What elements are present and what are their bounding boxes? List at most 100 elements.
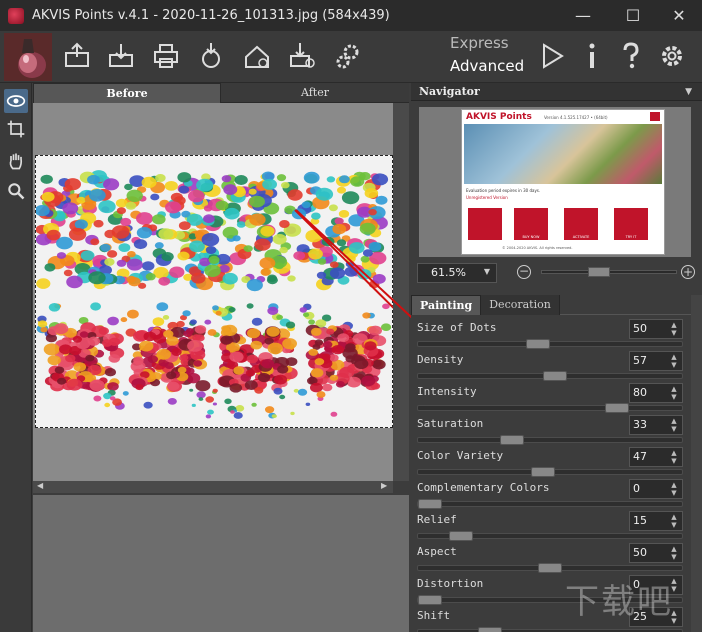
param-slider[interactable] [417, 467, 683, 477]
thumb-painting [464, 124, 662, 184]
param-row: Size of Dots 50 ▲ ▼ [415, 319, 687, 351]
help-icon[interactable] [614, 39, 648, 73]
spinner-icon[interactable]: ▲ ▼ [668, 481, 680, 497]
watermark-text: 下载吧 [565, 582, 673, 622]
tab-painting[interactable]: Painting [411, 295, 482, 315]
zoom-in-icon[interactable]: + [681, 265, 695, 279]
zoom-row: 61.5% ▼ − + [417, 263, 697, 285]
tab-before[interactable]: Before [33, 83, 221, 103]
info-icon[interactable] [575, 39, 609, 73]
express-mode-button[interactable]: Express [450, 34, 509, 52]
param-value-input[interactable]: 57 ▲ ▼ [629, 351, 683, 371]
param-value-input[interactable]: 47 ▲ ▼ [629, 447, 683, 467]
zoom-slider-thumb[interactable] [588, 267, 610, 277]
settings-tabs: Painting Decoration [411, 295, 702, 315]
preview-eye-icon[interactable] [4, 89, 28, 113]
app-icon [8, 7, 24, 24]
hand-icon[interactable] [4, 149, 28, 173]
close-button[interactable]: ✕ [656, 0, 702, 31]
thumb-version: Version 4.1.525.17427 • (64bit) [544, 115, 608, 120]
param-slider-thumb[interactable] [478, 627, 502, 632]
navigator-menu-icon[interactable]: ▼ [685, 83, 692, 101]
export-icon[interactable] [285, 39, 319, 73]
param-slider[interactable] [417, 531, 683, 541]
thumb-activate-label: ACTIVATE [572, 235, 590, 239]
param-value: 57 [633, 354, 647, 367]
view-tabs: Before After [33, 83, 409, 103]
thumb-copyright: © 2004-2020 AKVIS. All rights reserved. [502, 246, 573, 250]
param-slider-thumb[interactable] [449, 531, 473, 541]
param-slider-thumb[interactable] [418, 499, 442, 509]
param-label: Size of Dots [417, 321, 497, 334]
zoom-icon[interactable] [4, 179, 28, 203]
param-row: Aspect 50 ▲ ▼ [415, 543, 687, 575]
param-value-input[interactable]: 15 ▲ ▼ [629, 511, 683, 531]
param-slider-thumb[interactable] [418, 595, 442, 605]
run-icon[interactable] [535, 39, 569, 73]
open-icon[interactable] [60, 39, 94, 73]
param-value-input[interactable]: 50 ▲ ▼ [629, 319, 683, 339]
param-slider[interactable] [417, 371, 683, 381]
spinner-icon[interactable]: ▲ ▼ [668, 385, 680, 401]
share-icon[interactable] [194, 39, 228, 73]
preferences-icon[interactable] [655, 39, 689, 73]
param-value-input[interactable]: 80 ▲ ▼ [629, 383, 683, 403]
param-slider-thumb[interactable] [500, 435, 524, 445]
param-value: 50 [633, 546, 647, 559]
tab-after[interactable]: After [221, 83, 409, 103]
advanced-mode-button[interactable]: Advanced [450, 57, 524, 75]
save-icon[interactable] [104, 39, 138, 73]
spinner-icon[interactable]: ▲ ▼ [668, 449, 680, 465]
image-view[interactable] [33, 103, 393, 481]
spinner-icon[interactable]: ▲ ▼ [668, 513, 680, 529]
navigator-panel: Navigator ▼ AKVIS Points Version 4.1.525… [411, 83, 702, 293]
param-value: 47 [633, 450, 647, 463]
param-slider[interactable] [417, 435, 683, 445]
param-slider[interactable] [417, 499, 683, 509]
toolbar: Express Advanced [0, 31, 702, 83]
param-row: Saturation 33 ▲ ▼ [415, 415, 687, 447]
akvis-logo-icon [4, 33, 52, 81]
settings-scrollbar[interactable] [691, 295, 702, 632]
thumb-buy-label: BUY NOW [522, 235, 540, 239]
param-slider[interactable] [417, 403, 683, 413]
spinner-icon[interactable]: ▲ ▼ [668, 353, 680, 369]
param-slider[interactable] [417, 339, 683, 349]
scroll-left-icon[interactable]: ◀ [37, 481, 43, 490]
import-icon[interactable] [240, 39, 274, 73]
param-value-input[interactable]: 0 ▲ ▼ [629, 479, 683, 499]
param-value: 80 [633, 386, 647, 399]
param-row: Color Variety 47 ▲ ▼ [415, 447, 687, 479]
param-value-input[interactable]: 33 ▲ ▼ [629, 415, 683, 435]
zoom-slider-track[interactable] [541, 267, 677, 277]
param-value-input[interactable]: 50 ▲ ▼ [629, 543, 683, 563]
param-slider-thumb[interactable] [538, 563, 562, 573]
horizontal-scrollbar[interactable]: ◀ ▶ [33, 481, 393, 493]
param-value: 15 [633, 514, 647, 527]
scroll-right-icon[interactable]: ▶ [381, 481, 387, 490]
print-icon[interactable] [149, 39, 183, 73]
param-slider-thumb[interactable] [605, 403, 629, 413]
param-slider-thumb[interactable] [526, 339, 550, 349]
navigator-preview[interactable]: AKVIS Points Version 4.1.525.17427 • (64… [419, 107, 691, 257]
thumb-try-label: TRY IT [625, 235, 637, 239]
zoom-out-icon[interactable]: − [517, 265, 531, 279]
param-slider[interactable] [417, 563, 683, 573]
navigator-header: Navigator ▼ [411, 83, 702, 101]
vertical-scrollbar[interactable] [393, 103, 409, 481]
thumb-unregistered: Unregistered Version [466, 195, 508, 200]
param-slider-thumb[interactable] [543, 371, 567, 381]
crop-icon[interactable] [4, 117, 28, 141]
param-row: Density 57 ▲ ▼ [415, 351, 687, 383]
annotation-arrow [294, 209, 393, 309]
param-value: 50 [633, 322, 647, 335]
spinner-icon[interactable]: ▲ ▼ [668, 545, 680, 561]
tab-decoration[interactable]: Decoration [481, 295, 560, 315]
zoom-dropdown-icon[interactable]: ▼ [479, 264, 495, 280]
spinner-icon[interactable]: ▲ ▼ [668, 321, 680, 337]
maximize-button[interactable]: ☐ [610, 0, 656, 31]
minimize-button[interactable]: — [560, 0, 606, 31]
spinner-icon[interactable]: ▲ ▼ [668, 417, 680, 433]
plugin-settings-icon[interactable] [331, 39, 365, 73]
param-slider-thumb[interactable] [531, 467, 555, 477]
